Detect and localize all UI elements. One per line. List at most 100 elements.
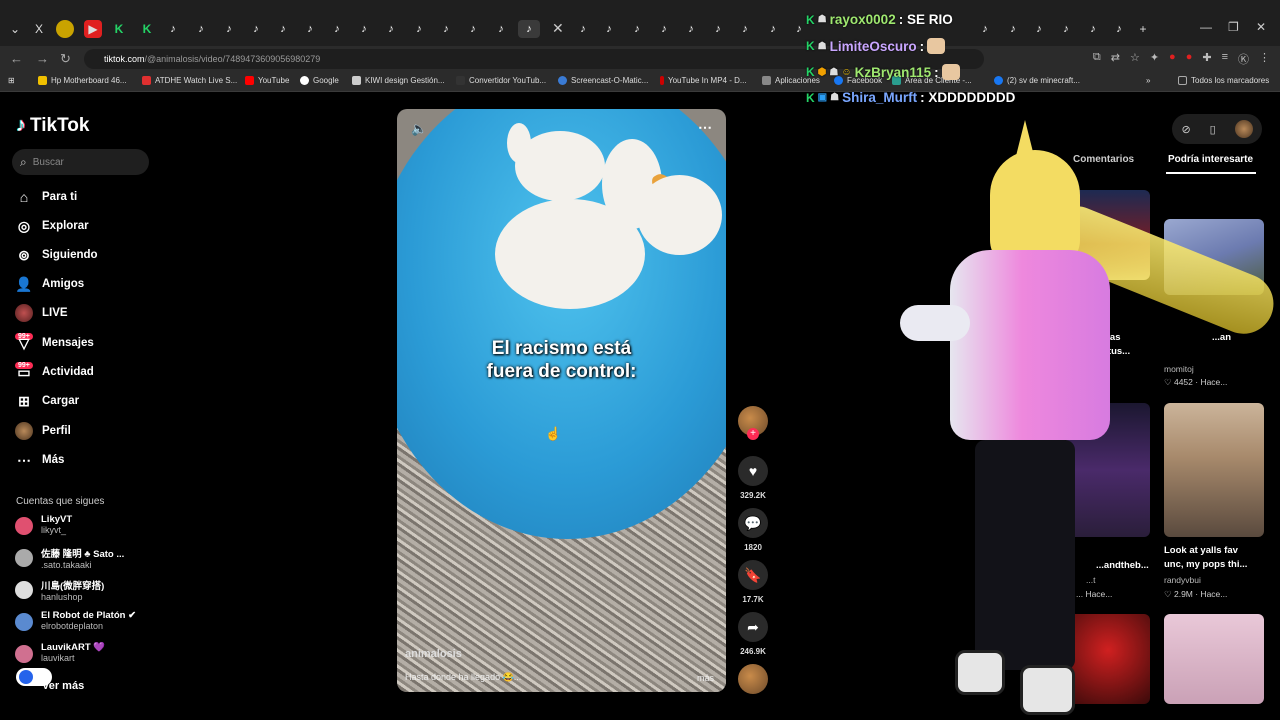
bookmark[interactable]: Screencast-O-Matic...	[558, 76, 648, 85]
tab-tiktok[interactable]	[164, 20, 182, 38]
nav-para-ti[interactable]: ⌂ Para ti	[15, 186, 77, 208]
tab-tiktok[interactable]	[600, 20, 618, 38]
tab-tiktok[interactable]	[1057, 20, 1075, 38]
rotate-icon[interactable]: ⊘	[1181, 123, 1190, 136]
tab-tiktok[interactable]	[628, 20, 646, 38]
video-thumbnail[interactable]	[1164, 614, 1264, 704]
tab-youtube[interactable]: ▶	[84, 20, 102, 38]
tab-kick[interactable]: K	[110, 20, 128, 38]
search-input[interactable]	[32, 156, 133, 168]
nav-explorar[interactable]: ◎ Explorar	[15, 215, 89, 237]
forward-icon[interactable]: →	[36, 51, 49, 66]
translate-icon[interactable]: ⇄	[1111, 51, 1120, 67]
tab-tiktok[interactable]	[328, 20, 346, 38]
tiktok-logo[interactable]: ♪ TikTok	[16, 114, 89, 137]
bookmark[interactable]: KIWI design Gestión...	[352, 76, 445, 85]
tab-tiktok[interactable]	[247, 20, 265, 38]
nav-live[interactable]: LIVE	[15, 302, 68, 324]
card-user[interactable]: ...t	[1086, 575, 1095, 585]
video-thumbnail[interactable]	[1066, 614, 1150, 704]
reload-icon[interactable]: ↻	[60, 51, 71, 67]
bookmark[interactable]: ATDHE Watch Live S...	[142, 76, 237, 85]
tab-tiktok[interactable]	[682, 20, 700, 38]
tab-tiktok[interactable]	[410, 20, 428, 38]
nav-perfil[interactable]: Perfil	[15, 420, 71, 442]
extension-icon[interactable]: ✦	[1150, 51, 1159, 67]
restore-icon[interactable]: ❐	[1228, 20, 1239, 34]
volume-icon[interactable]: 🔈	[411, 121, 427, 137]
profile-icon[interactable]: Ⓚ	[1238, 51, 1249, 67]
bookmark[interactable]: Google	[300, 76, 339, 85]
tab-favicon[interactable]	[56, 20, 74, 38]
tab-tiktok[interactable]	[709, 20, 727, 38]
author-avatar-button[interactable]: +	[738, 406, 768, 440]
tab-tiktok[interactable]	[1030, 20, 1048, 38]
card-title[interactable]: unc, my pops thi...	[1164, 559, 1247, 570]
bookmark[interactable]: YouTube	[245, 76, 289, 85]
nav-cargar[interactable]: ⊞ Cargar	[15, 390, 79, 412]
new-tab-icon[interactable]: +	[1134, 20, 1152, 38]
search-box[interactable]: ⌕	[12, 149, 149, 175]
tab-tiktok[interactable]	[976, 20, 994, 38]
tab-tiktok-active[interactable]	[518, 20, 540, 38]
nav-mensajes[interactable]: ▽ Mensajes	[15, 332, 94, 354]
following-item[interactable]: 川島(微胖穿搭) hanlushop	[15, 578, 104, 602]
extension-icon[interactable]: ●	[1186, 51, 1193, 67]
minimize-icon[interactable]: —	[1200, 20, 1212, 34]
comment-button[interactable]: 💬 1820	[738, 508, 768, 552]
following-item[interactable]: 佐藤 隆明 ♣ Sato ... .sato.takaaki	[15, 546, 124, 570]
tab-tiktok[interactable]	[764, 20, 782, 38]
sound-avatar-button[interactable]	[738, 664, 768, 694]
bookmarks-overflow-icon[interactable]: »	[1146, 76, 1150, 85]
tab-tiktok[interactable]	[220, 20, 238, 38]
following-item[interactable]: LauvikART 💜 lauvikart	[15, 642, 105, 663]
bookmark[interactable]: Hp Motherboard 46...	[38, 76, 127, 85]
bookmark[interactable]: Convertidor YouTub...	[456, 76, 546, 85]
star-icon[interactable]: ☆	[1130, 51, 1140, 67]
tab-tiktok[interactable]	[355, 20, 373, 38]
tab-tiktok[interactable]	[492, 20, 510, 38]
avatar[interactable]	[1234, 120, 1253, 138]
tab-tiktok[interactable]	[274, 20, 292, 38]
tab-tiktok[interactable]	[574, 20, 592, 38]
tab-tiktok[interactable]	[655, 20, 673, 38]
share-button[interactable]: ➦ 246.9K	[738, 612, 768, 656]
tab-tiktok[interactable]	[464, 20, 482, 38]
close-window-icon[interactable]: ✕	[1256, 20, 1266, 34]
like-button[interactable]: ♥ 329.2K	[738, 456, 768, 500]
bookmark-folder[interactable]: Todos los marcadores	[1178, 76, 1269, 85]
bookmark[interactable]: (2) sv de minecraft...	[994, 76, 1080, 85]
tab-search-icon[interactable]: ⌄	[6, 20, 24, 38]
tab-tiktok[interactable]	[437, 20, 455, 38]
card-title[interactable]: ...andtheb...	[1096, 560, 1149, 571]
card-user[interactable]: randyvbui	[1164, 575, 1201, 585]
media-icon[interactable]: ≡	[1222, 51, 1228, 67]
following-item[interactable]: El Robot de Platón ✔ elrobotdeplaton	[15, 610, 136, 631]
tab-tiktok[interactable]	[1084, 20, 1102, 38]
video-author[interactable]: animalosis	[405, 648, 462, 660]
nav-siguiendo[interactable]: ⊚ Siguiendo	[15, 244, 97, 266]
nav-actividad[interactable]: ▭ Actividad	[15, 361, 93, 383]
bookmark[interactable]: YouTube In MP4 - D...	[660, 76, 747, 85]
tab-close-icon[interactable]: ✕	[552, 20, 564, 37]
tab-tiktok[interactable]	[382, 20, 400, 38]
video-thumbnail[interactable]	[1164, 403, 1264, 537]
see-more-link[interactable]: Ver más	[42, 680, 84, 692]
tab-kick[interactable]: K	[138, 20, 156, 38]
card-title[interactable]: ...an	[1212, 332, 1231, 343]
back-icon[interactable]: ←	[10, 51, 23, 66]
tab-x[interactable]: X	[30, 20, 48, 38]
follow-plus-icon[interactable]: +	[747, 428, 759, 440]
apps-grid-icon[interactable]: ⊞	[8, 76, 15, 85]
cast-icon[interactable]: ⧉	[1093, 51, 1101, 67]
card-title[interactable]: Look at yalls fav	[1164, 545, 1238, 556]
tab-tiktok[interactable]	[1004, 20, 1022, 38]
tab-tiktok[interactable]	[301, 20, 319, 38]
nav-mas[interactable]: ⋯ Más	[15, 449, 64, 471]
tab-tiktok[interactable]	[736, 20, 754, 38]
card-user[interactable]: momitoj	[1164, 364, 1194, 374]
extension-icon[interactable]: ●	[1169, 51, 1176, 67]
tab-tiktok[interactable]	[1110, 20, 1128, 38]
menu-icon[interactable]: ⋮	[1259, 51, 1270, 67]
tab-comments[interactable]: Comentarios	[1073, 154, 1134, 165]
